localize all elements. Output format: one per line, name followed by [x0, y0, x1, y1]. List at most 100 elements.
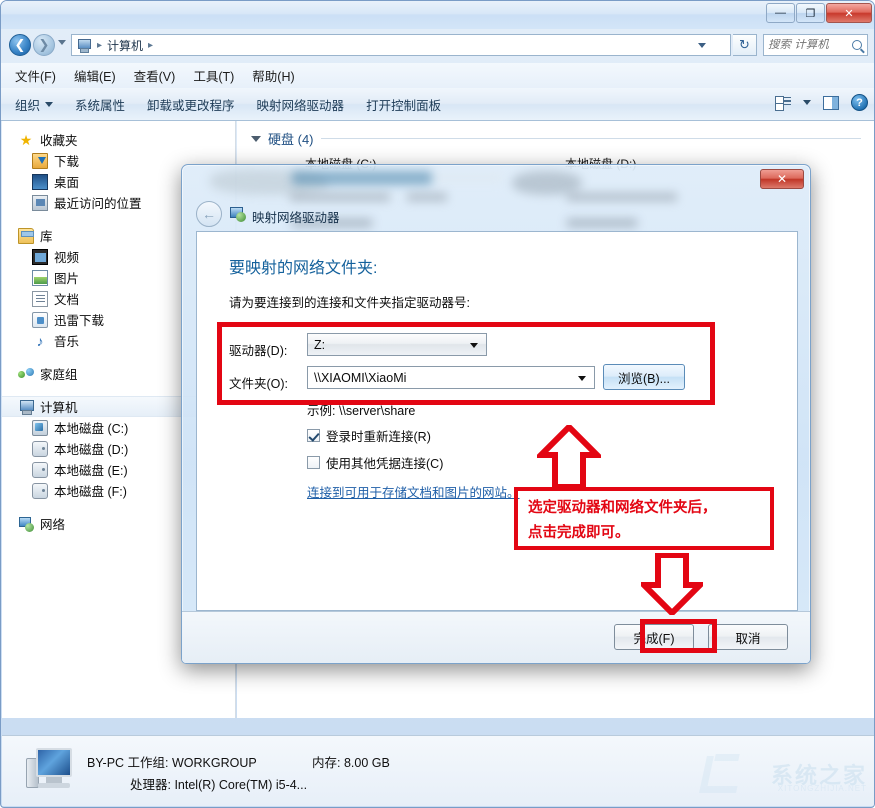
sidebar-label: 迅雷下载 — [54, 314, 105, 328]
explorer-window: — ❐ ✕ ❮ ❯ ▸ 计算机 ▸ ↻ 文件(F) 编辑(E) 查看(V) 工具… — [0, 0, 875, 808]
sidebar-label: 视频 — [54, 251, 80, 265]
breadcrumb-separator-2[interactable]: ▸ — [145, 40, 156, 51]
chevron-down-icon — [45, 101, 54, 107]
drive-icon — [32, 440, 48, 457]
chevron-down-icon[interactable] — [698, 43, 706, 48]
dialog-heading: 要映射的网络文件夹: — [229, 260, 378, 277]
dialog-subtitle: 请为要连接到的连接和文件夹指定驱动器号: — [229, 296, 470, 310]
reconnect-checkbox-row[interactable]: 登录时重新连接(R) — [307, 426, 431, 445]
video-icon — [32, 248, 48, 265]
status-processor: 处理器: Intel(R) Core(TM) i5-4... — [130, 778, 308, 792]
sidebar-label: 最近访问的位置 — [54, 197, 142, 211]
pictures-icon — [32, 269, 48, 286]
search-input[interactable] — [768, 39, 852, 51]
toolbar: 组织 系统属性 卸载或更改程序 映射网络驱动器 打开控制面板 ? — [1, 88, 874, 121]
computer-icon — [76, 38, 91, 53]
watermark-logo-icon — [693, 752, 749, 796]
star-icon: ★ — [19, 131, 33, 148]
dialog-title: 映射网络驱动器 — [252, 211, 340, 225]
search-icon — [852, 40, 862, 50]
drive-field-label: 驱动器(D): — [229, 344, 288, 358]
system-drive-icon — [32, 419, 48, 436]
credentials-checkbox[interactable] — [307, 456, 320, 469]
browse-button[interactable]: 浏览(B)... — [603, 364, 685, 390]
menu-edit[interactable]: 编辑(E) — [74, 66, 116, 85]
menu-help[interactable]: 帮助(H) — [252, 66, 294, 85]
folder-field-label: 文件夹(O): — [229, 377, 289, 391]
folder-combobox[interactable]: \\XIAOMI\XiaoMi — [307, 366, 595, 389]
status-computer-name: BY-PC 工作组: WORKGROUP — [87, 756, 257, 770]
back-button[interactable]: ❮ — [9, 34, 31, 56]
sidebar-label: 本地磁盘 (C:) — [54, 422, 129, 436]
chevron-down-icon[interactable] — [470, 343, 478, 348]
dialog-glass-background — [182, 165, 810, 237]
dialog-back-button[interactable]: ← — [196, 201, 222, 227]
sidebar-label: 本地磁盘 (E:) — [54, 464, 128, 478]
connect-to-website-link[interactable]: 连接到可用于存储文档和图片的网站。 — [307, 482, 520, 501]
address-row: ❮ ❯ ▸ 计算机 ▸ ↻ — [1, 29, 874, 61]
cancel-button[interactable]: 取消 — [708, 624, 788, 650]
sidebar-label: 计算机 — [40, 401, 78, 415]
chevron-down-icon[interactable] — [803, 100, 811, 105]
collapse-triangle-icon[interactable] — [251, 135, 261, 142]
toolbar-system-properties[interactable]: 系统属性 — [75, 95, 125, 114]
menu-file[interactable]: 文件(F) — [15, 66, 56, 85]
sidebar-label: 网络 — [40, 518, 66, 532]
refresh-button[interactable]: ↻ — [733, 34, 757, 56]
sidebar-label: 下载 — [54, 155, 80, 169]
toolbar-organize-label: 组织 — [15, 98, 41, 113]
drive-select-value: Z: — [314, 337, 326, 352]
menu-tools[interactable]: 工具(T) — [193, 66, 234, 85]
sidebar-item-favorites[interactable]: ★ 收藏夹 — [2, 129, 235, 150]
music-icon: ♪ — [36, 332, 44, 349]
drive-select[interactable]: Z: — [307, 333, 487, 356]
desktop-icon — [32, 173, 48, 190]
history-dropdown-icon[interactable] — [58, 40, 66, 45]
finish-button[interactable]: 完成(F) — [614, 624, 694, 650]
dialog-close-button[interactable]: ✕ — [760, 169, 804, 189]
credentials-checkbox-label: 使用其他凭据连接(C) — [326, 457, 444, 471]
forward-button[interactable]: ❯ — [33, 34, 55, 56]
section-header-hard-disks[interactable]: 硬盘 (4) — [251, 129, 861, 148]
drive-icon — [32, 461, 48, 478]
menu-view[interactable]: 查看(V) — [134, 66, 176, 85]
toolbar-open-control-panel[interactable]: 打开控制面板 — [366, 95, 441, 114]
sidebar-label: 本地磁盘 (D:) — [54, 443, 129, 457]
status-bar: BY-PC 工作组: WORKGROUP 处理器: Intel(R) Core(… — [2, 735, 874, 806]
watermark-text: 系统之家 — [770, 763, 867, 788]
toolbar-organize[interactable]: 组织 — [15, 95, 54, 114]
menu-bar: 文件(F) 编辑(E) 查看(V) 工具(T) 帮助(H) — [1, 63, 874, 88]
reconnect-checkbox[interactable] — [307, 429, 320, 442]
watermark: 系统之家 XITONGZHIJIA.NET — [689, 744, 869, 804]
breadcrumb-item-computer[interactable]: 计算机 — [105, 37, 145, 54]
credentials-checkbox-row[interactable]: 使用其他凭据连接(C) — [307, 453, 443, 472]
sidebar-label: 文档 — [54, 293, 80, 307]
sidebar-label: 库 — [40, 230, 53, 244]
computer-icon — [18, 399, 34, 415]
minimize-button[interactable]: — — [766, 3, 795, 23]
preview-pane-icon[interactable] — [823, 95, 839, 110]
drive-icon — [32, 482, 48, 499]
sidebar-label: 收藏夹 — [40, 134, 78, 148]
example-path-hint: 示例: \\server\share — [307, 404, 416, 418]
recent-places-icon — [32, 194, 48, 211]
chevron-down-icon[interactable] — [578, 376, 586, 381]
sidebar-label: 本地磁盘 (F:) — [54, 485, 127, 499]
search-box[interactable] — [763, 34, 868, 56]
homegroup-icon — [18, 366, 34, 382]
toolbar-uninstall-program[interactable]: 卸载或更改程序 — [147, 95, 235, 114]
breadcrumb-separator: ▸ — [97, 39, 103, 51]
library-icon — [18, 227, 34, 244]
toolbar-right-controls: ? — [775, 94, 868, 111]
help-icon[interactable]: ? — [851, 94, 868, 111]
watermark-subtext: XITONGZHIJIA.NET — [777, 784, 867, 793]
view-mode-icon[interactable] — [775, 95, 791, 111]
address-bar[interactable]: ▸ 计算机 ▸ — [71, 34, 731, 56]
section-header-label: 硬盘 (4) — [268, 132, 314, 147]
status-memory: 内存: 8.00 GB — [312, 756, 390, 770]
close-button[interactable]: ✕ — [826, 3, 872, 23]
toolbar-map-network-drive[interactable]: 映射网络驱动器 — [257, 95, 345, 114]
sidebar-label: 桌面 — [54, 176, 80, 190]
maximize-button[interactable]: ❐ — [796, 3, 825, 23]
folder-combobox-value: \\XIAOMI\XiaoMi — [314, 370, 407, 385]
